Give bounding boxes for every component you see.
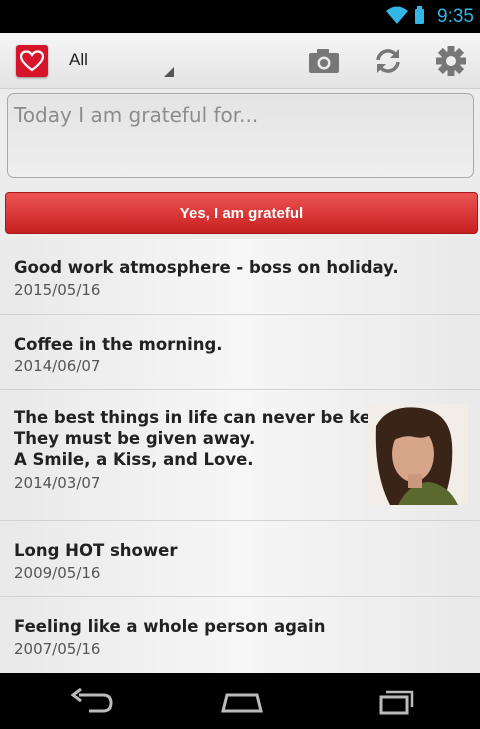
woman-portrait-photo[interactable] (368, 404, 468, 505)
filter-selected-label: All (69, 50, 88, 69)
camera-icon[interactable] (306, 44, 342, 78)
entry-text: The best things in life can never be kep… (14, 408, 397, 469)
dropdown-triangle-icon (164, 67, 174, 77)
gratitude-input[interactable] (7, 93, 474, 178)
action-bar: All (0, 33, 480, 89)
entry-date: 2014/06/07 (14, 357, 101, 375)
wifi-icon (386, 6, 408, 24)
status-bar: 9:35 (0, 0, 480, 33)
entry-text: Coffee in the morning. (14, 335, 223, 354)
entry-date: 2009/05/16 (14, 564, 101, 582)
gear-icon[interactable] (433, 44, 469, 78)
yes-i-am-grateful-button[interactable]: Yes, I am grateful (5, 192, 478, 234)
recent-apps-icon[interactable] (369, 685, 419, 719)
entries-list: Good work atmosphere - boss on holiday. … (0, 239, 480, 676)
list-item[interactable]: Coffee in the morning. 2014/06/07 (0, 315, 480, 390)
entry-text: Feeling like a whole person again (14, 617, 326, 636)
clock: 9:35 (437, 6, 474, 27)
sync-icon[interactable] (370, 44, 406, 78)
battery-icon (415, 6, 424, 24)
entry-text: Long HOT shower (14, 541, 178, 560)
list-item[interactable]: The best things in life can never be kep… (0, 390, 480, 521)
heart-icon[interactable] (16, 45, 48, 77)
entry-date: 2014/03/07 (14, 474, 101, 492)
entry-text: Good work atmosphere - boss on holiday. (14, 258, 399, 277)
filter-spinner[interactable]: All (60, 33, 178, 83)
list-item[interactable]: Feeling like a whole person again 2007/0… (0, 597, 480, 676)
entry-date: 2015/05/16 (14, 281, 101, 299)
list-item[interactable]: Good work atmosphere - boss on holiday. … (0, 239, 480, 315)
home-icon[interactable] (217, 685, 267, 719)
entry-date: 2007/05/16 (14, 640, 101, 658)
navigation-bar (0, 673, 480, 729)
list-item[interactable]: Long HOT shower 2009/05/16 (0, 521, 480, 597)
back-icon[interactable] (67, 685, 117, 719)
